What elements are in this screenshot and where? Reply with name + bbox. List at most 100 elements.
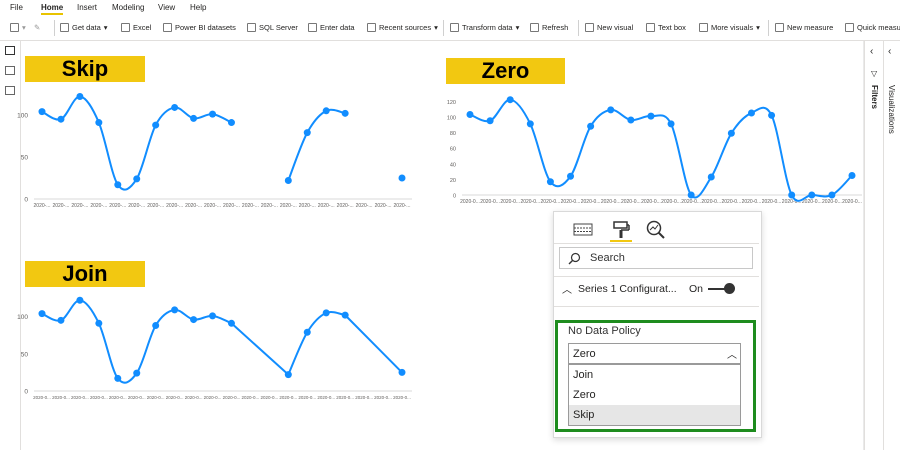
skip-line-chart[interactable]: 0501002020-... 2020-... 2020-... 2020-... 20… — [17, 84, 425, 209]
x-tick-label: 2020-0... — [822, 199, 842, 205]
option-join[interactable]: Join — [569, 365, 740, 385]
zero-line-chart[interactable]: 0204060801001202020-0... 2020-0... 2020-0.… — [440, 90, 865, 205]
data-point[interactable] — [707, 173, 715, 181]
x-tick-label: 2020-0... — [842, 199, 862, 205]
data-point[interactable] — [303, 129, 311, 137]
data-point[interactable] — [133, 175, 141, 183]
text-box-button[interactable]: Text box — [646, 23, 686, 32]
collapse-visualizations-icon[interactable]: ‹ — [888, 46, 891, 57]
data-point[interactable] — [38, 108, 46, 116]
chevron-up-icon[interactable]: ︿ — [562, 281, 572, 296]
data-point[interactable] — [114, 181, 122, 189]
data-point[interactable] — [171, 306, 179, 314]
data-point[interactable] — [466, 111, 474, 119]
data-point[interactable] — [284, 177, 292, 185]
menu-modeling[interactable]: Modeling — [112, 3, 144, 12]
data-point[interactable] — [190, 114, 198, 122]
excel-button[interactable]: Excel — [121, 23, 151, 32]
data-point[interactable] — [209, 312, 217, 320]
model-view-icon[interactable] — [5, 86, 15, 95]
menu-help[interactable]: Help — [190, 3, 206, 12]
join-line-chart[interactable]: 0501002020-0... 2020-0... 2020-0... 2020-0.… — [17, 290, 425, 402]
collapse-filters-icon[interactable]: ‹ — [870, 46, 873, 57]
data-point[interactable] — [788, 191, 796, 199]
fields-tab[interactable] — [572, 220, 596, 240]
data-point[interactable] — [57, 316, 65, 324]
recent-sources-button[interactable]: Recent sources ▾ — [367, 23, 438, 32]
power-bi-datasets-button[interactable]: Power BI datasets — [163, 23, 236, 32]
data-point[interactable] — [76, 93, 84, 101]
data-point[interactable] — [57, 115, 65, 123]
data-point[interactable] — [341, 311, 349, 319]
data-point[interactable] — [647, 112, 655, 120]
refresh-button[interactable]: Refresh — [530, 23, 568, 32]
menu-file[interactable]: File — [10, 3, 23, 12]
new-visual-button[interactable]: New visual — [585, 23, 633, 32]
data-point[interactable] — [114, 374, 122, 382]
menu-view[interactable]: View — [158, 3, 175, 12]
data-point[interactable] — [506, 96, 514, 104]
data-point[interactable] — [526, 120, 534, 128]
data-point[interactable] — [152, 322, 160, 330]
data-point[interactable] — [227, 319, 235, 327]
data-point[interactable] — [486, 117, 494, 125]
data-point[interactable] — [76, 296, 84, 304]
data-point[interactable] — [687, 191, 695, 199]
x-tick-label: 2020-... — [147, 203, 164, 209]
data-point[interactable] — [322, 309, 330, 317]
filters-pane-label[interactable]: Filters — [870, 85, 879, 109]
x-tick-label: 2020-0... — [374, 395, 392, 400]
format-painter-button[interactable]: ✎ — [34, 23, 40, 32]
data-point[interactable] — [607, 106, 615, 114]
get-data-button[interactable]: Get data ▾ — [60, 23, 108, 32]
data-point[interactable] — [768, 111, 776, 119]
visualizations-pane-label[interactable]: Visualizations — [887, 85, 896, 134]
menu-insert[interactable]: Insert — [77, 3, 97, 12]
data-point[interactable] — [546, 178, 554, 186]
data-point[interactable] — [727, 129, 735, 137]
more-visuals-button[interactable]: More visuals ▾ — [699, 23, 760, 32]
data-point[interactable] — [38, 310, 46, 318]
data-point[interactable] — [133, 369, 141, 377]
report-view-icon[interactable] — [5, 46, 15, 55]
no-data-policy-select[interactable]: Zero ︿ — [568, 343, 741, 364]
data-point[interactable] — [322, 107, 330, 115]
transform-data-button[interactable]: Transform data ▾ — [450, 23, 519, 32]
x-tick-label: 2020-... — [52, 203, 69, 209]
data-point[interactable] — [209, 110, 217, 118]
data-point[interactable] — [95, 119, 103, 127]
quick-measure-button[interactable]: Quick measure — [845, 23, 900, 32]
data-point[interactable] — [152, 121, 160, 129]
analytics-tab[interactable] — [645, 220, 669, 240]
data-point[interactable] — [284, 371, 292, 379]
option-skip[interactable]: Skip — [569, 405, 740, 425]
data-point[interactable] — [808, 191, 816, 199]
data-point[interactable] — [398, 368, 406, 376]
data-point[interactable] — [587, 122, 595, 130]
data-point[interactable] — [567, 172, 575, 180]
data-point[interactable] — [398, 174, 406, 182]
data-point[interactable] — [828, 191, 836, 199]
search-input[interactable]: Search — [559, 247, 753, 269]
data-point[interactable] — [171, 103, 179, 111]
toggle-knob[interactable] — [724, 283, 735, 294]
data-point[interactable] — [190, 316, 198, 324]
data-view-icon[interactable] — [5, 66, 15, 75]
data-point[interactable] — [848, 171, 856, 179]
option-zero[interactable]: Zero — [569, 385, 740, 405]
data-point[interactable] — [303, 328, 311, 336]
format-tab[interactable] — [610, 220, 634, 242]
new-measure-button[interactable]: New measure — [775, 23, 833, 32]
data-point[interactable] — [95, 319, 103, 327]
series-config-header[interactable]: Series 1 Configurat... — [578, 283, 677, 295]
data-point[interactable] — [667, 120, 675, 128]
paste-button[interactable]: ▾ — [10, 23, 26, 32]
data-point[interactable] — [627, 116, 635, 124]
sql-server-button[interactable]: SQL Server — [247, 23, 298, 32]
data-point[interactable] — [227, 119, 235, 127]
data-point[interactable] — [341, 109, 349, 117]
enter-data-button[interactable]: Enter data — [308, 23, 355, 32]
data-point[interactable] — [747, 109, 755, 117]
x-tick-label: 2020-... — [109, 203, 126, 209]
menu-home[interactable]: Home — [41, 3, 64, 15]
